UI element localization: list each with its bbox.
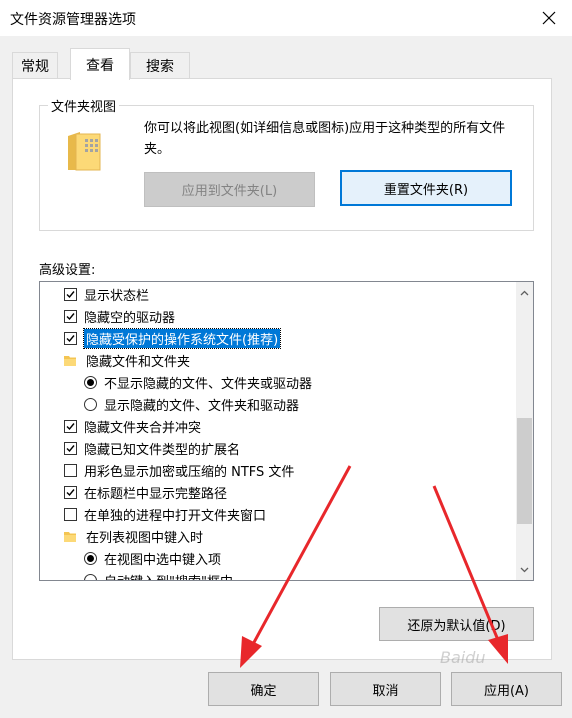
option-label: 在单独的进程中打开文件夹窗口 — [84, 508, 267, 524]
scroll-thumb[interactable] — [517, 418, 532, 524]
list-group-header: 隐藏文件和文件夹 — [64, 349, 190, 371]
advanced-settings-label: 高级设置: — [39, 263, 96, 278]
apply-button[interactable]: 应用(A) — [451, 672, 562, 706]
folder-icon — [64, 355, 76, 366]
folder-view-icon — [66, 130, 102, 176]
tab-view[interactable]: 查看 — [70, 48, 130, 80]
folder-view-legend: 文件夹视图 — [48, 96, 120, 115]
folder-view-description: 你可以将此视图(如详细信息或图标)应用于这种类型的所有文件夹。 — [144, 121, 506, 157]
checkbox-checked[interactable] — [64, 485, 77, 499]
checkbox-option[interactable]: 隐藏受保护的操作系统文件(推荐) — [64, 327, 282, 349]
check-icon — [66, 290, 75, 298]
watermark: Baidu — [440, 648, 486, 667]
scroll-up-arrow[interactable] — [516, 284, 533, 301]
check-icon — [66, 334, 75, 342]
cancel-button[interactable]: 取消 — [330, 672, 441, 706]
option-label: 自动键入到"搜索"框中 — [104, 571, 233, 581]
advanced-settings-list[interactable]: 显示状态栏隐藏空的驱动器 隐藏受保护的操作系统文件(推荐) 隐藏文件和文件夹不显示隐… — [39, 281, 534, 581]
checkbox-unchecked[interactable] — [64, 507, 77, 521]
radio-option[interactable]: 自动键入到"搜索"框中 — [84, 569, 233, 581]
radio-option[interactable]: 在视图中选中键入项 — [84, 547, 221, 569]
option-label: 显示隐藏的文件、文件夹和驱动器 — [104, 398, 300, 414]
option-label: 显示状态栏 — [84, 288, 150, 304]
checkbox-option[interactable]: 在标题栏中显示完整路径 — [64, 481, 227, 503]
radio-selected[interactable] — [84, 551, 97, 565]
title-bar: 文件资源管理器选项 — [0, 0, 572, 36]
option-label: 隐藏空的驱动器 — [84, 310, 176, 326]
radio-unselected[interactable] — [84, 573, 97, 580]
checkbox-checked[interactable] — [64, 441, 77, 455]
tab-search[interactable]: 搜索 — [130, 52, 190, 79]
vertical-scrollbar[interactable] — [516, 282, 533, 580]
option-label: 不显示隐藏的文件、文件夹或驱动器 — [104, 376, 313, 392]
scroll-down-arrow[interactable] — [516, 561, 533, 578]
apply-to-folders-button[interactable]: 应用到文件夹(L) — [144, 172, 315, 207]
checkbox-option[interactable]: 隐藏文件夹合并冲突 — [64, 415, 201, 437]
option-label: 隐藏受保护的操作系统文件(推荐) — [82, 327, 282, 349]
chevron-up-icon — [520, 290, 529, 295]
radio-option[interactable]: 显示隐藏的文件、文件夹和驱动器 — [84, 393, 299, 415]
option-label: 隐藏已知文件类型的扩展名 — [84, 442, 241, 458]
chevron-down-icon — [520, 567, 529, 572]
ok-button[interactable]: 确定 — [208, 672, 319, 706]
check-icon — [66, 488, 75, 496]
tab-strip: 常规 查看 搜索 — [12, 48, 552, 80]
radio-selected[interactable] — [84, 375, 97, 389]
checkbox-checked[interactable] — [64, 309, 77, 323]
reset-folders-button[interactable]: 重置文件夹(R) — [340, 170, 512, 206]
folder-icon — [64, 531, 76, 542]
checkbox-option[interactable]: 用彩色显示加密或压缩的 NTFS 文件 — [64, 459, 294, 481]
folder-view-group: 文件夹视图 你可以将此视图(如详细信息或图标)应用于这种类型的所有文件夹。 应用… — [39, 96, 534, 231]
checkbox-option[interactable]: 显示状态栏 — [64, 283, 149, 305]
checkbox-option[interactable]: 隐藏已知文件类型的扩展名 — [64, 437, 240, 459]
check-icon — [66, 422, 75, 430]
option-label: 隐藏文件夹合并冲突 — [84, 420, 202, 436]
tab-general[interactable]: 常规 — [12, 52, 58, 79]
view-tab-panel: 文件夹视图 你可以将此视图(如详细信息或图标)应用于这种类型的所有文件夹。 应用… — [12, 78, 552, 660]
check-icon — [66, 444, 75, 452]
option-label: 用彩色显示加密或压缩的 NTFS 文件 — [84, 464, 295, 480]
checkbox-option[interactable]: 隐藏空的驱动器 — [64, 305, 175, 327]
checkbox-checked[interactable] — [64, 419, 77, 433]
close-button[interactable] — [526, 0, 572, 36]
option-label: 在标题栏中显示完整路径 — [84, 486, 228, 502]
restore-defaults-button[interactable]: 还原为默认值(D) — [379, 607, 534, 641]
option-label: 在列表视图中键入时 — [86, 530, 204, 546]
option-label: 隐藏文件和文件夹 — [86, 354, 191, 370]
checkbox-checked[interactable] — [64, 331, 77, 345]
close-icon — [542, 11, 556, 25]
window-title: 文件资源管理器选项 — [10, 12, 136, 28]
radio-unselected[interactable] — [84, 397, 97, 411]
checkbox-checked[interactable] — [64, 287, 77, 301]
list-group-header: 在列表视图中键入时 — [64, 525, 203, 547]
checkbox-option[interactable]: 在单独的进程中打开文件夹窗口 — [64, 503, 266, 525]
option-label: 在视图中选中键入项 — [104, 552, 222, 568]
check-icon — [66, 312, 75, 320]
radio-option[interactable]: 不显示隐藏的文件、文件夹或驱动器 — [84, 371, 312, 393]
checkbox-unchecked[interactable] — [64, 463, 77, 477]
